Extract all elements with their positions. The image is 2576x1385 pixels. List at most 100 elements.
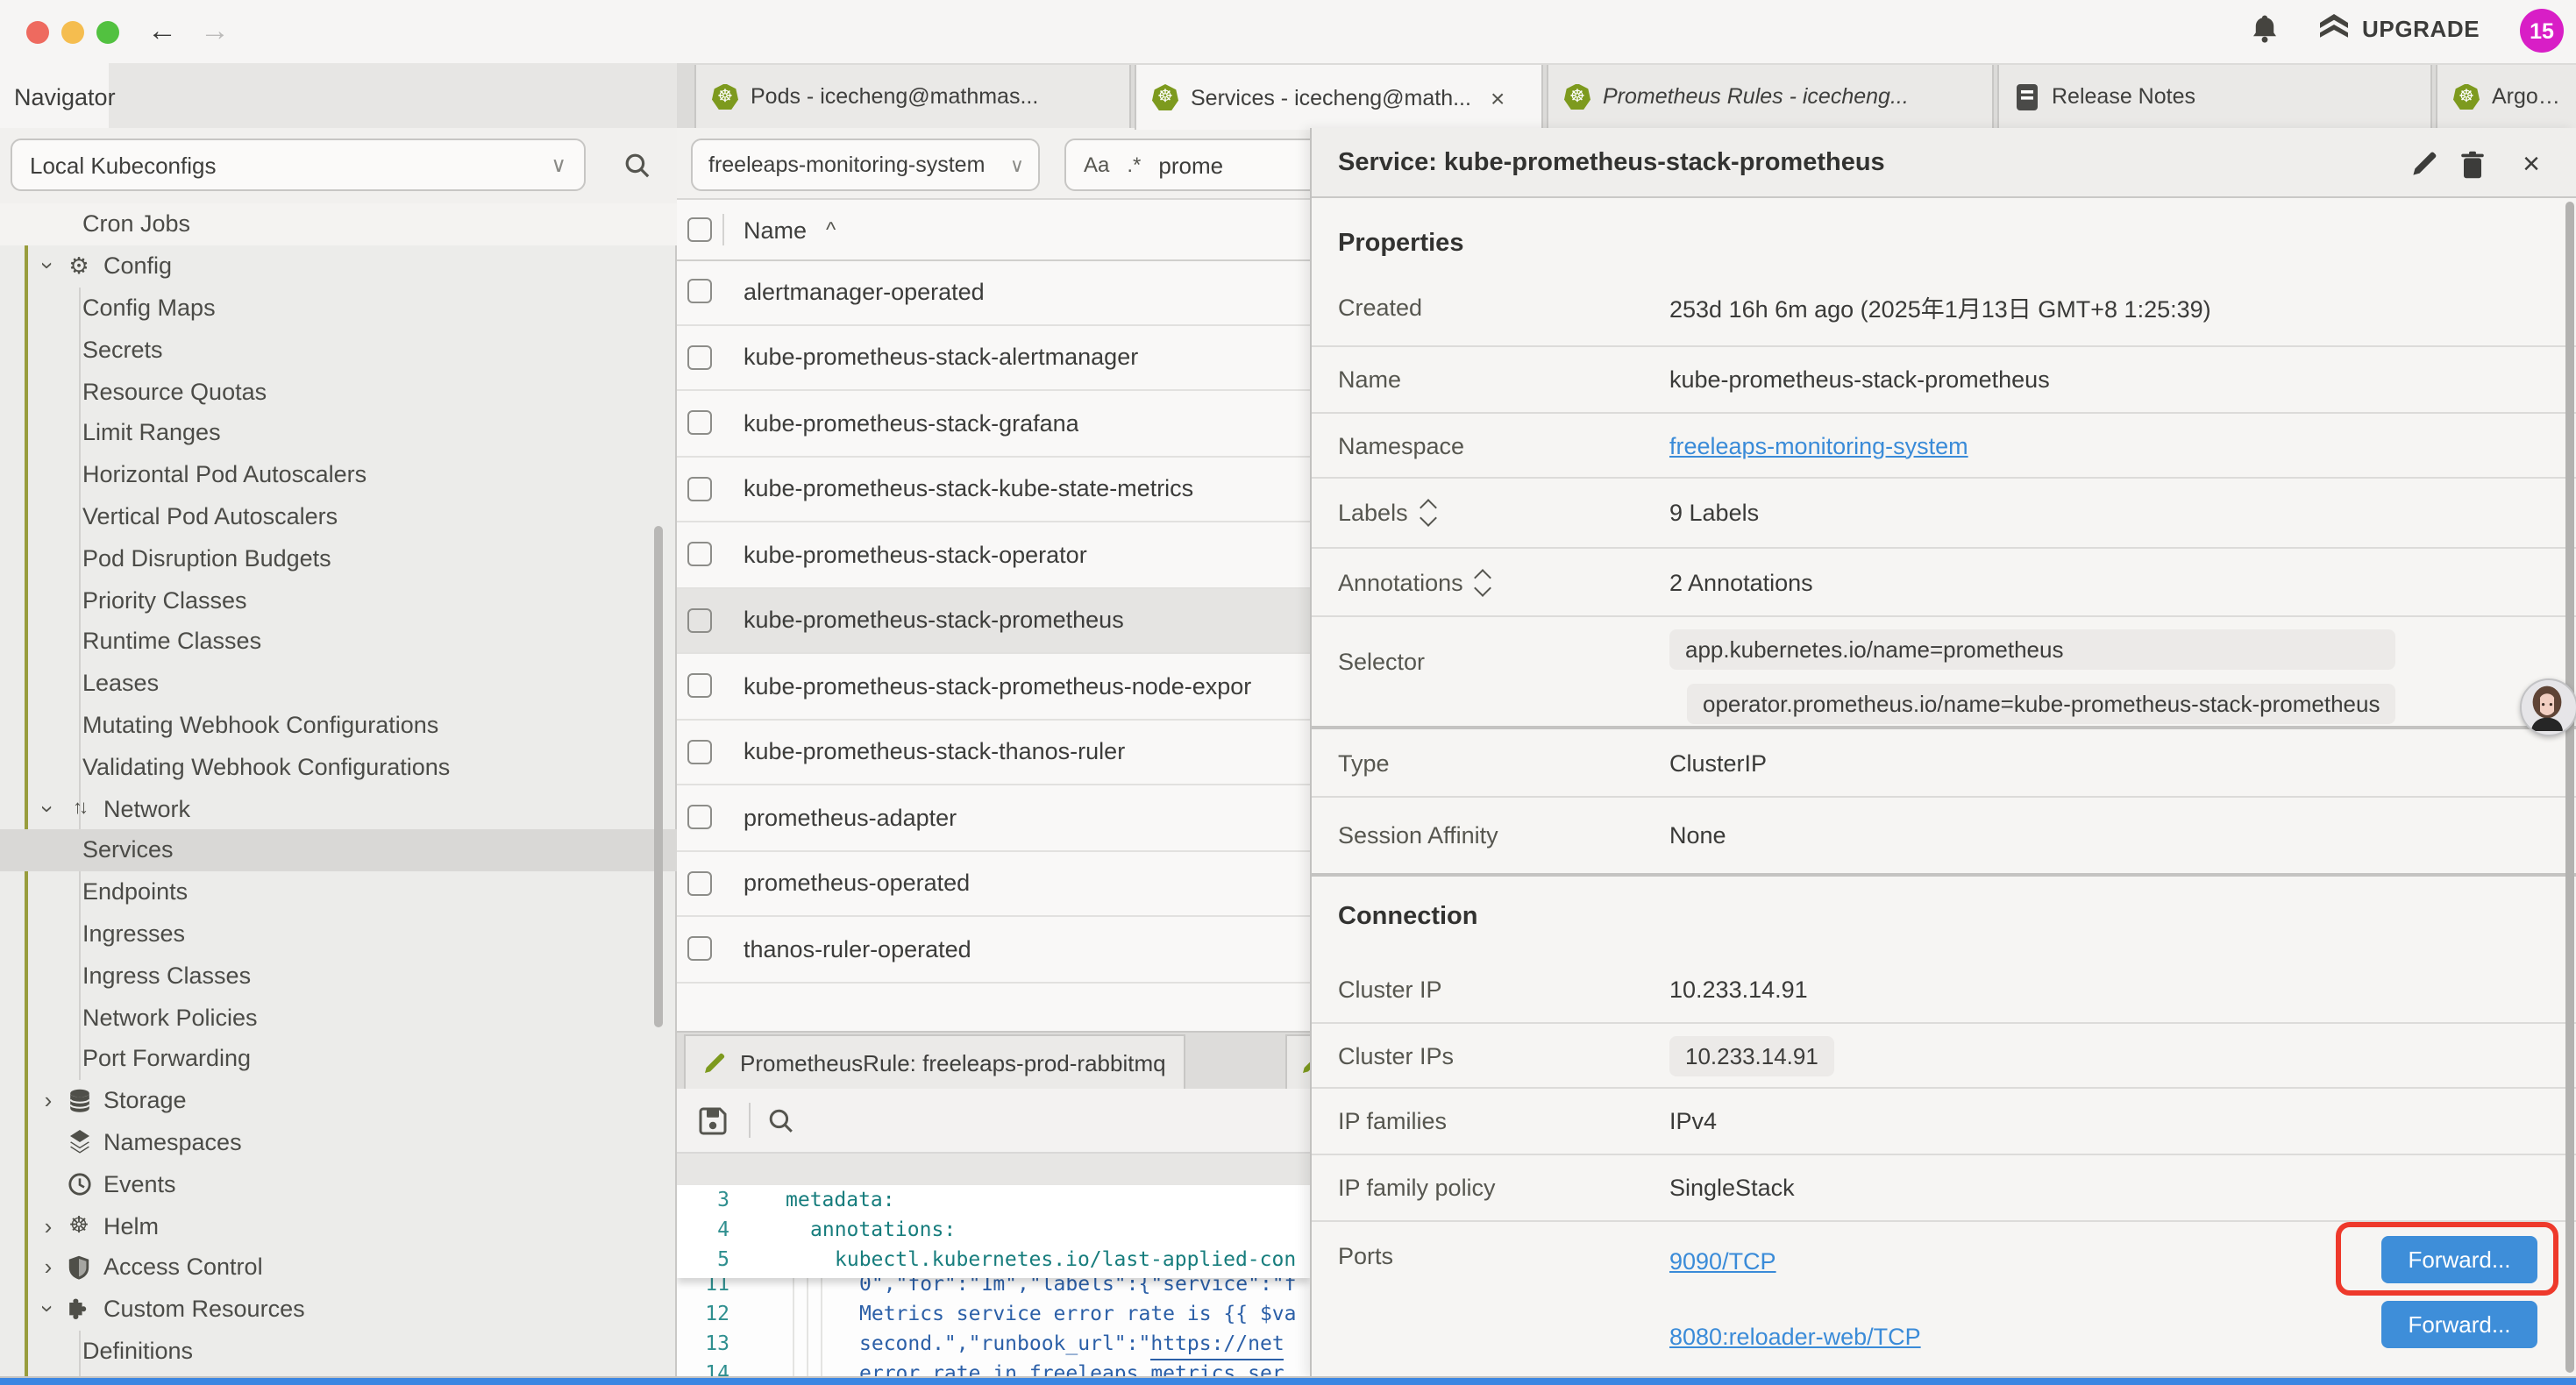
- chevron-down-icon[interactable]: ›: [35, 254, 61, 277]
- sidebar-item-cron-jobs[interactable]: Cron Jobs: [0, 203, 677, 245]
- sidebar-group-config[interactable]: ›⚙Config: [0, 245, 677, 288]
- table-row-selected[interactable]: kube-prometheus-stack-prometheus: [677, 588, 1310, 654]
- select-all-checkbox[interactable]: [687, 217, 712, 242]
- kubeconfig-select[interactable]: Local Kubeconfigs ∨: [11, 138, 586, 191]
- row-checkbox[interactable]: [687, 477, 712, 501]
- sidebar-item-resource-quotas[interactable]: Resource Quotas: [0, 370, 677, 412]
- row-checkbox[interactable]: [687, 937, 712, 962]
- sidebar-item-horizontal-pod-autoscalers[interactable]: Horizontal Pod Autoscalers: [0, 454, 677, 496]
- runbook-url-link[interactable]: https://net: [1150, 1331, 1284, 1360]
- editor-tab-prometheusrule[interactable]: PrometheusRule: freeleaps-prod-rabbitmq: [684, 1034, 1185, 1089]
- sidebar-group-access-control[interactable]: ›Access Control: [0, 1246, 677, 1289]
- table-row[interactable]: kube-prometheus-stack-prometheus-node-ex…: [677, 654, 1310, 720]
- list-search-box[interactable]: Aa .*: [1064, 138, 1310, 191]
- name-column-header[interactable]: Name: [744, 217, 807, 243]
- namespaces-icon: [65, 1130, 93, 1154]
- tab-navigator[interactable]: Navigator: [0, 63, 109, 130]
- tab-release-notes[interactable]: Release Notes: [1997, 65, 2432, 128]
- tab-prometheus-rules[interactable]: ☸ Prometheus Rules - icecheng...: [1547, 65, 1994, 128]
- sidebar-scrollbar-thumb[interactable]: [654, 526, 663, 1027]
- sidebar-item-runtime-classes[interactable]: Runtime Classes: [0, 621, 677, 663]
- chevron-right-icon[interactable]: ›: [37, 1254, 60, 1281]
- sidebar-group-custom-resources[interactable]: ›Custom Resources: [0, 1288, 677, 1330]
- match-case-toggle[interactable]: Aa: [1084, 153, 1109, 177]
- sidebar-item-namespaces[interactable]: Namespaces: [0, 1121, 677, 1163]
- sidebar-item-priority-classes[interactable]: Priority Classes: [0, 579, 677, 621]
- row-checkbox[interactable]: [687, 871, 712, 896]
- tab-argo[interactable]: ☸ Argo Se: [2436, 65, 2576, 128]
- sidebar-item-endpoints[interactable]: Endpoints: [0, 871, 677, 913]
- tab-close-icon[interactable]: ×: [1491, 83, 1505, 111]
- notifications-button[interactable]: [2252, 14, 2278, 44]
- table-row[interactable]: thanos-ruler-operated: [677, 917, 1310, 983]
- row-checkbox[interactable]: [687, 806, 712, 830]
- editor-tab-partial[interactable]: [1285, 1034, 1310, 1089]
- port-link-8080[interactable]: 8080:reloader-web/TCP: [1669, 1324, 1921, 1350]
- table-row[interactable]: kube-prometheus-stack-operator: [677, 522, 1310, 588]
- sidebar-search-button[interactable]: [614, 142, 659, 188]
- table-row[interactable]: kube-prometheus-stack-kube-state-metrics: [677, 457, 1310, 522]
- expand-collapse-icon[interactable]: [1422, 501, 1434, 524]
- sidebar-item-secrets[interactable]: Secrets: [0, 329, 677, 371]
- sidebar-item-port-forwarding[interactable]: Port Forwarding: [0, 1038, 677, 1080]
- namespace-select[interactable]: freeleaps-monitoring-system ∨: [691, 138, 1040, 191]
- chevron-right-icon[interactable]: ›: [37, 1087, 60, 1113]
- sidebar-item-mutating-webhook-configurations[interactable]: Mutating Webhook Configurations: [0, 704, 677, 746]
- sidebar-item-pod-disruption-budgets[interactable]: Pod Disruption Budgets: [0, 537, 677, 579]
- port-link-9090[interactable]: 9090/TCP: [1669, 1248, 1776, 1275]
- sidebar-group-network[interactable]: ›↑↓Network: [0, 787, 677, 829]
- upgrade-button[interactable]: UPGRADE: [2318, 14, 2480, 44]
- row-checkbox[interactable]: [687, 608, 712, 633]
- delete-trash-icon[interactable]: [2457, 149, 2487, 179]
- notification-count-badge[interactable]: 15: [2520, 9, 2564, 53]
- sidebar-item-definitions[interactable]: Definitions: [0, 1330, 677, 1372]
- row-checkbox[interactable]: [687, 345, 712, 370]
- chevron-down-icon[interactable]: ›: [35, 797, 61, 820]
- forward-arrow-icon[interactable]: →: [200, 11, 230, 53]
- forward-button-8080[interactable]: Forward...: [2381, 1300, 2537, 1347]
- chevron-down-icon[interactable]: ›: [35, 1297, 61, 1320]
- table-row[interactable]: kube-prometheus-stack-alertmanager: [677, 325, 1310, 391]
- sidebar-item-ingresses[interactable]: Ingresses: [0, 913, 677, 955]
- namespace-link[interactable]: freeleaps-monitoring-system: [1669, 432, 1968, 458]
- table-row[interactable]: prometheus-operated: [677, 851, 1310, 917]
- row-checkbox[interactable]: [687, 543, 712, 567]
- search-input[interactable]: [1158, 152, 1281, 178]
- tab-pods[interactable]: ☸ Pods - icecheng@mathmas...: [694, 65, 1131, 128]
- row-checkbox[interactable]: [687, 674, 712, 699]
- sort-ascending-icon[interactable]: ^: [826, 217, 836, 242]
- user-avatar[interactable]: [2520, 678, 2576, 736]
- table-row[interactable]: kube-prometheus-stack-grafana: [677, 391, 1310, 457]
- close-icon[interactable]: ×: [2516, 149, 2546, 179]
- sidebar-item-services[interactable]: Services: [0, 829, 677, 871]
- sidebar-item-network-policies[interactable]: Network Policies: [0, 996, 677, 1038]
- tab-services[interactable]: ☸ Services - icecheng@math... ×: [1135, 65, 1543, 130]
- edit-pencil-icon[interactable]: [2409, 149, 2439, 179]
- row-checkbox[interactable]: [687, 740, 712, 764]
- editor-search-button[interactable]: [768, 1107, 794, 1133]
- chevron-right-icon[interactable]: ›: [37, 1212, 60, 1239]
- table-row[interactable]: alertmanager-operated: [677, 259, 1310, 325]
- save-button[interactable]: [698, 1105, 728, 1135]
- table-row[interactable]: kube-prometheus-stack-thanos-ruler: [677, 720, 1310, 785]
- sidebar-item-events[interactable]: Events: [0, 1163, 677, 1205]
- sidebar-item-leases[interactable]: Leases: [0, 663, 677, 705]
- row-checkbox[interactable]: [687, 280, 712, 304]
- row-checkbox[interactable]: [687, 411, 712, 436]
- window-zoom-button[interactable]: [96, 20, 119, 43]
- sidebar-item-config-maps[interactable]: Config Maps: [0, 287, 677, 329]
- regex-toggle[interactable]: .*: [1127, 153, 1141, 177]
- back-arrow-icon[interactable]: ←: [147, 11, 177, 53]
- yaml-editor[interactable]: 11 0","for":"1m","labels":{"service":"f …: [677, 1185, 1310, 1378]
- sidebar-group-storage[interactable]: ›Storage: [0, 1079, 677, 1121]
- window-close-button[interactable]: [26, 20, 49, 43]
- expand-collapse-icon[interactable]: [1477, 571, 1490, 593]
- sidebar-group-helm[interactable]: ›☸Helm: [0, 1204, 677, 1246]
- sidebar-item-vertical-pod-autoscalers[interactable]: Vertical Pod Autoscalers: [0, 495, 677, 537]
- table-row[interactable]: prometheus-adapter: [677, 785, 1310, 851]
- sidebar-item-limit-ranges[interactable]: Limit Ranges: [0, 412, 677, 454]
- sidebar-item-ingress-classes[interactable]: Ingress Classes: [0, 955, 677, 997]
- panel-scrollbar-thumb[interactable]: [2565, 202, 2574, 1373]
- window-minimize-button[interactable]: [61, 20, 84, 43]
- sidebar-item-validating-webhook-configurations[interactable]: Validating Webhook Configurations: [0, 746, 677, 788]
